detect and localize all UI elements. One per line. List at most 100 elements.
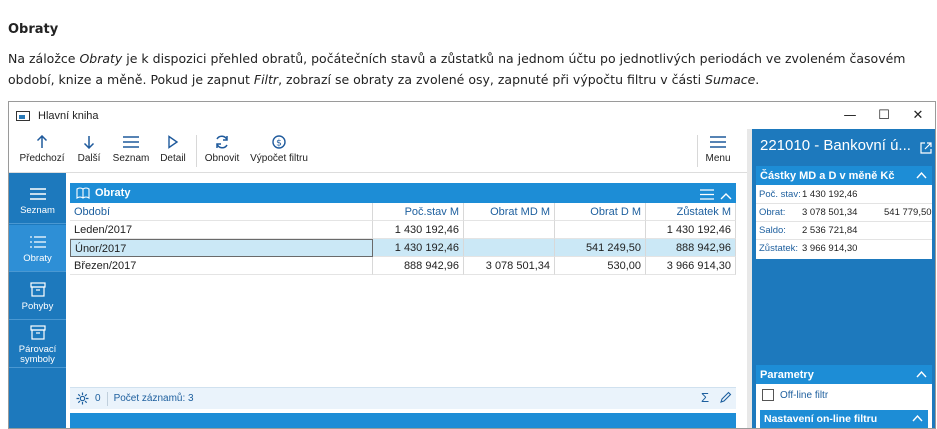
panel-menu-icon[interactable] [700, 185, 714, 204]
column-header[interactable]: Obrat D M [555, 203, 646, 221]
obrat-md-value: 3 078 501,34 [802, 207, 858, 218]
arrow-down-icon [83, 133, 95, 151]
amounts-section-header[interactable]: Částky MD a D v měně Kč [756, 166, 932, 185]
filter-calc-button[interactable]: $ Výpočet filtru [249, 133, 309, 171]
para-text-3: , zobrazí se obraty za zvolené osy, zapn… [278, 72, 706, 87]
grid-cell [555, 221, 646, 239]
open-external-icon[interactable] [920, 139, 932, 158]
menu-button[interactable]: Menu [703, 133, 733, 171]
grid-cell [464, 239, 555, 257]
grid-cell: Leden/2017 [70, 221, 373, 239]
play-icon [167, 133, 179, 151]
column-header[interactable]: Období [70, 203, 373, 221]
refresh-button[interactable]: Obnovit [203, 133, 241, 171]
offline-filter-checkbox[interactable] [762, 389, 774, 401]
side-navigation: Seznam Obraty Pohyby Párovací symboly [9, 173, 66, 428]
table-row[interactable]: Březen/2017 888 942,96 3 078 501,34 530,… [70, 257, 736, 275]
params-section-body: Off-line filtr Nastavení on-line filtru [756, 384, 932, 428]
obraty-panel: Obraty Období Poč.stav M Obrat MD M Obra… [70, 183, 736, 428]
grid-cell: 1 430 192,46 [646, 221, 736, 239]
para-em-filtr: Filtr [253, 72, 279, 87]
list-icon [122, 133, 140, 151]
next-label: Další [77, 153, 101, 164]
table-row[interactable]: Únor/2017 1 430 192,46 541 249,50 888 94… [70, 239, 736, 257]
grid-cell: 888 942,96 [373, 257, 464, 275]
refresh-icon [214, 133, 230, 151]
row-divider [756, 221, 932, 222]
grid-cell: Březen/2017 [70, 257, 373, 275]
list-button[interactable]: Seznam [113, 133, 149, 171]
grid-cell: 3 078 501,34 [464, 257, 555, 275]
grid-cell: Únor/2017 [70, 239, 373, 257]
arrow-up-icon [36, 133, 48, 151]
coin-refresh-icon: $ [271, 133, 287, 151]
panel-header: Obraty [70, 183, 736, 203]
maximize-button[interactable]: ☐ [867, 102, 901, 129]
amounts-section-body: Poč. stav: 1 430 192,46 Obrat: 3 078 501… [756, 185, 932, 259]
minimize-button[interactable]: — [833, 102, 867, 129]
filter-gear-icon[interactable] [76, 392, 89, 405]
doc-heading: Obraty [8, 22, 59, 37]
nav-item-seznam[interactable]: Seznam [9, 177, 66, 224]
row-divider [756, 203, 932, 204]
obrat-d-value: 541 779,50 [884, 207, 932, 218]
nav-label: Párovací symboly [18, 343, 57, 365]
main-area: Předchozí Další Seznam Detail Obnovit $ … [9, 129, 747, 428]
list-icon [29, 185, 46, 203]
title-bar: Hlavní kniha — ☐ ✕ [9, 102, 935, 129]
nav-item-obraty[interactable]: Obraty [9, 225, 66, 272]
saldo-value: 2 536 721,84 [802, 225, 858, 236]
online-filter-settings-header[interactable]: Nastavení on-line filtru [760, 410, 928, 428]
grid-cell: 1 430 192,46 [373, 239, 464, 257]
offline-filter-option[interactable]: Off-line filtr [762, 389, 828, 401]
column-header[interactable]: Zůstatek M [646, 203, 736, 221]
saldo-label: Saldo: [759, 225, 786, 236]
record-count: Počet záznamů: 3 [113, 393, 194, 404]
online-filter-settings-label: Nastavení on-line filtru [764, 413, 878, 425]
filter-count: 0 [95, 393, 101, 404]
bullet-list-icon [29, 233, 46, 251]
grid-cell [464, 221, 555, 239]
refresh-label: Obnovit [204, 153, 240, 164]
close-button[interactable]: ✕ [901, 102, 935, 129]
svg-text:$: $ [276, 139, 282, 149]
footer-separator [106, 391, 108, 406]
collapse-chevron-icon[interactable] [916, 369, 927, 381]
detail-button[interactable]: Detail [159, 133, 187, 171]
grid-cell: 530,00 [555, 257, 646, 275]
column-header[interactable]: Poč.stav M [373, 203, 464, 221]
grid-header-row: Období Poč.stav M Obrat MD M Obrat D M Z… [70, 203, 736, 221]
offline-filter-label: Off-line filtr [780, 389, 829, 401]
grid-cell: 1 430 192,46 [373, 221, 464, 239]
prev-label: Předchozí [19, 153, 65, 164]
sum-sigma-icon[interactable]: Σ [701, 391, 709, 407]
archive-box-icon [29, 324, 46, 342]
grid-cell: 3 966 914,30 [646, 257, 736, 275]
table-row[interactable]: Leden/2017 1 430 192,46 1 430 192,46 [70, 221, 736, 239]
toolbar: Předchozí Další Seznam Detail Obnovit $ … [9, 129, 747, 173]
hamburger-icon [709, 133, 727, 151]
para-text-4: . [755, 72, 760, 87]
right-panel: 221010 - Bankovní ú... Částky MD a D v m… [747, 129, 935, 428]
para-text-1: Na záložce [8, 51, 80, 66]
app-icon [16, 109, 32, 123]
toolbar-separator [697, 135, 698, 167]
archive-box-icon [29, 281, 46, 299]
nav-label: Obraty [23, 252, 52, 264]
column-header[interactable]: Obrat MD M [464, 203, 555, 221]
collapse-chevron-icon[interactable] [916, 170, 927, 182]
book-icon [76, 187, 90, 199]
nav-item-pohyby[interactable]: Pohyby [9, 273, 66, 320]
panel-title: Obraty [95, 187, 131, 199]
edit-pencil-icon[interactable] [719, 391, 732, 407]
grid-cell: 888 942,96 [646, 239, 736, 257]
prev-button[interactable]: Předchozí [19, 133, 65, 171]
params-section-header[interactable]: Parametry [756, 365, 932, 384]
panel-footer: 0 Počet záznamů: 3 Σ [70, 387, 736, 409]
collapse-chevron-icon[interactable] [720, 185, 732, 204]
menu-label: Menu [705, 153, 731, 164]
nav-item-parovaci-symboly[interactable]: Párovací symboly [9, 321, 66, 368]
next-button[interactable]: Další [75, 133, 103, 171]
account-title: 221010 - Bankovní ú... [760, 137, 911, 154]
collapse-chevron-icon[interactable] [912, 413, 923, 425]
